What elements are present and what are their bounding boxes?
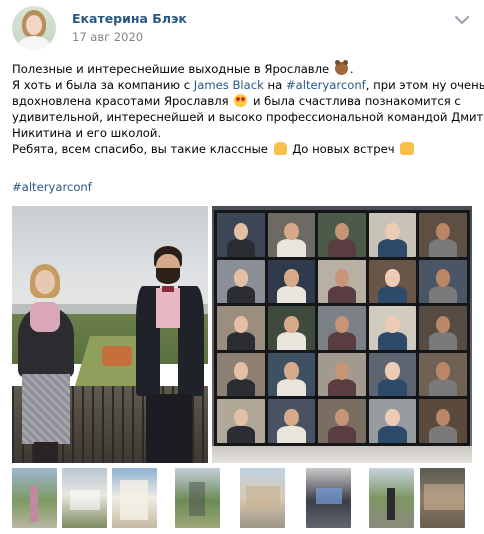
- video-tile: [368, 306, 417, 350]
- photo-thumbnail[interactable]: [420, 468, 465, 528]
- chevron-down-icon[interactable]: [454, 14, 470, 26]
- photo-thumbnail[interactable]: [306, 468, 351, 528]
- video-tile: [267, 259, 316, 304]
- post-text-line: Полезные и интереснейшие выходные в Ярос…: [12, 60, 354, 76]
- post-date[interactable]: 17 авг 2020: [72, 30, 143, 44]
- folded-hands-emoji-icon: [273, 142, 287, 155]
- video-tile: [267, 306, 316, 350]
- video-tile: [217, 213, 265, 257]
- video-tile: [368, 213, 417, 257]
- photo-thumbnail[interactable]: [62, 468, 107, 528]
- video-tile: [318, 352, 366, 397]
- video-tile: [419, 306, 467, 350]
- post-text-line: Никитина и его школой.: [12, 126, 162, 140]
- wall-post: Екатерина Блэк 17 авг 2020 Полезные и ин…: [0, 0, 484, 534]
- heart-eyes-emoji-icon: [234, 94, 248, 107]
- post-text-line: Я хоть и была за компанию с James Black …: [12, 78, 484, 92]
- photo-thumbnail[interactable]: [12, 468, 57, 528]
- video-tile: [217, 399, 265, 443]
- video-tile: [368, 399, 417, 443]
- video-tile: [419, 259, 467, 304]
- post-text: Полезные и интереснейшие выходные в Ярос…: [12, 60, 484, 157]
- video-tile: [368, 352, 417, 397]
- photo-thumbnail[interactable]: [175, 468, 220, 528]
- hashtag-link[interactable]: #alteryarconf: [286, 78, 366, 92]
- video-tile: [217, 306, 265, 350]
- video-tile: [368, 259, 417, 304]
- bear-emoji-icon: [334, 60, 348, 75]
- video-tile: [217, 259, 265, 304]
- video-tile: [419, 352, 467, 397]
- author-avatar[interactable]: [12, 6, 56, 50]
- post-author-name[interactable]: Екатерина Блэк: [72, 11, 187, 26]
- video-tile: [419, 213, 467, 257]
- video-tile: [217, 352, 265, 397]
- video-tile: [318, 306, 366, 350]
- photo-thumbnail[interactable]: [112, 468, 157, 528]
- post-text-line: вдохновлена красотами Ярославля и была с…: [12, 94, 461, 108]
- video-tile: [267, 399, 316, 443]
- video-tile: [419, 399, 467, 443]
- video-tile: [318, 399, 366, 443]
- photo-thumbnail[interactable]: [369, 468, 414, 528]
- photo-thumbnail[interactable]: [240, 468, 285, 528]
- mention-link[interactable]: James Black: [194, 78, 264, 92]
- video-tile: [318, 259, 366, 304]
- raising-hands-emoji-icon: [400, 142, 415, 155]
- video-tile: [267, 213, 316, 257]
- hashtag-line: #alteryarconf: [12, 180, 92, 194]
- photo-video-conference[interactable]: [212, 206, 472, 463]
- video-tile: [318, 213, 366, 257]
- video-tile: [267, 352, 316, 397]
- hashtag-link[interactable]: #alteryarconf: [12, 180, 92, 194]
- post-text-line: удивительной, интереснейшей и высоко про…: [12, 110, 484, 124]
- post-text-line: Ребята, всем спасибо, вы такие классные …: [12, 141, 474, 157]
- photo-yaroslavl-couple[interactable]: [12, 206, 208, 463]
